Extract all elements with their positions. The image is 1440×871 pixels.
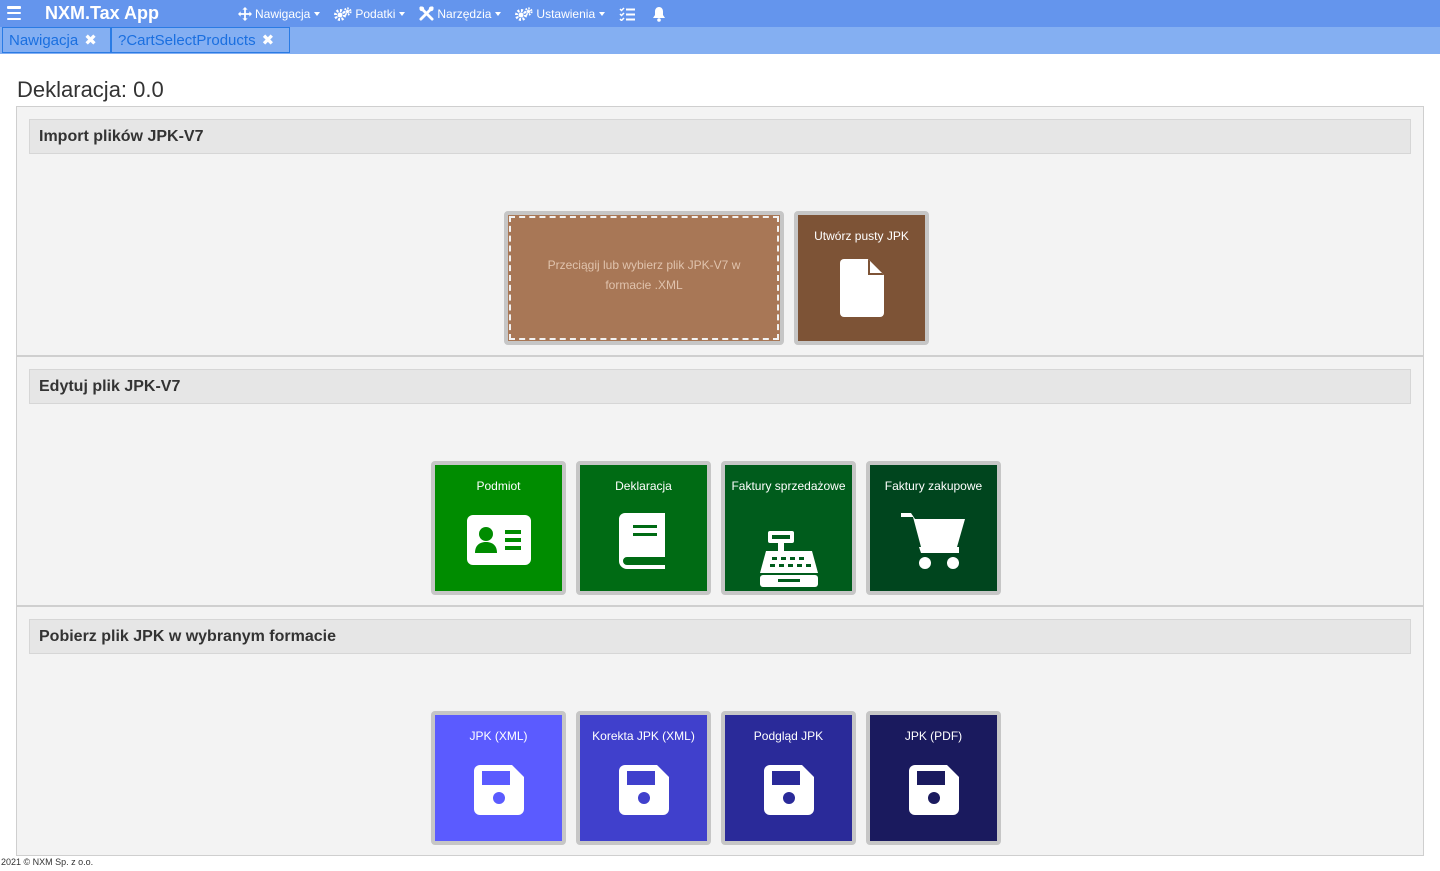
jpk-xml-button[interactable]: JPK (XML): [431, 711, 566, 845]
floppy-disk-icon: [763, 765, 814, 815]
book-icon: [618, 513, 665, 569]
faktury-zakupowe-button[interactable]: Faktury zakupowe: [866, 461, 1001, 595]
import-panel-header: Import plików JPK-V7: [29, 119, 1411, 154]
tab-bar: Nawigacja ✖ ?CartSelectProducts ✖: [0, 27, 1440, 54]
gears-icon: [515, 6, 534, 21]
menu-ustawienia[interactable]: Ustawienia: [515, 6, 606, 21]
app-brand[interactable]: NXM.Tax App: [45, 3, 159, 24]
file-icon: [839, 259, 884, 317]
floppy-disk-icon: [473, 765, 524, 815]
floppy-disk-icon: [618, 765, 669, 815]
jpk-pdf-button[interactable]: JPK (PDF): [866, 711, 1001, 845]
close-icon[interactable]: ✖: [84, 31, 97, 49]
download-panel-header: Pobierz plik JPK w wybranym formacie: [29, 619, 1411, 654]
create-empty-jpk-label: Utwórz pusty JPK: [814, 229, 909, 243]
file-dropzone[interactable]: Przeciągij lub wybierz plik JPK-V7 w for…: [504, 211, 784, 345]
faktury-sprzedazowe-button[interactable]: Faktury sprzedażowe: [721, 461, 856, 595]
tools-icon: [419, 6, 434, 21]
task-list-icon[interactable]: [619, 6, 638, 21]
edit-panel: Edytuj plik JPK-V7 Podmiot Deklaracja Fa…: [16, 356, 1424, 606]
dropzone-text: Przeciągij lub wybierz plik JPK-V7 w for…: [547, 258, 741, 292]
close-icon[interactable]: ✖: [262, 31, 275, 49]
menu-nawigacja[interactable]: Nawigacja: [238, 6, 321, 21]
cash-register-icon: [759, 531, 818, 587]
podmiot-button[interactable]: Podmiot: [431, 461, 566, 595]
podglad-jpk-button[interactable]: Podgląd JPK: [721, 711, 856, 845]
deklaracja-button[interactable]: Deklaracja: [576, 461, 711, 595]
create-empty-jpk-button[interactable]: Utwórz pusty JPK: [794, 211, 929, 345]
menu-podatki[interactable]: Podatki: [334, 6, 406, 21]
page-title: Deklaracja: 0.0: [17, 77, 164, 102]
menu-narzedzia[interactable]: Narzędzia: [419, 6, 502, 21]
download-panel: Pobierz plik JPK w wybranym formacie JPK…: [16, 606, 1424, 856]
import-panel: Import plików JPK-V7 Przeciągij lub wybi…: [16, 106, 1424, 356]
floppy-disk-icon: [908, 765, 959, 815]
arrows-move-icon: [238, 6, 252, 21]
gears-icon: [334, 6, 352, 21]
bell-icon[interactable]: [652, 6, 669, 22]
edit-panel-header: Edytuj plik JPK-V7: [29, 369, 1411, 404]
main-menu: Nawigacja Podatki Narzędzia Ustawienia: [238, 0, 683, 27]
id-card-icon: [466, 515, 531, 565]
tab-nawigacja[interactable]: Nawigacja ✖: [2, 27, 111, 53]
korekta-jpk-xml-button[interactable]: Korekta JPK (XML): [576, 711, 711, 845]
footer-copyright: 2021 © NXM Sp. z o.o.: [1, 857, 94, 867]
tab-cart-select-products[interactable]: ?CartSelectProducts ✖: [111, 27, 290, 53]
hamburger-menu-icon[interactable]: [7, 6, 21, 20]
cart-icon: [900, 513, 965, 569]
top-navbar: NXM.Tax App Nawigacja Podatki Narzędzia …: [0, 0, 1440, 27]
